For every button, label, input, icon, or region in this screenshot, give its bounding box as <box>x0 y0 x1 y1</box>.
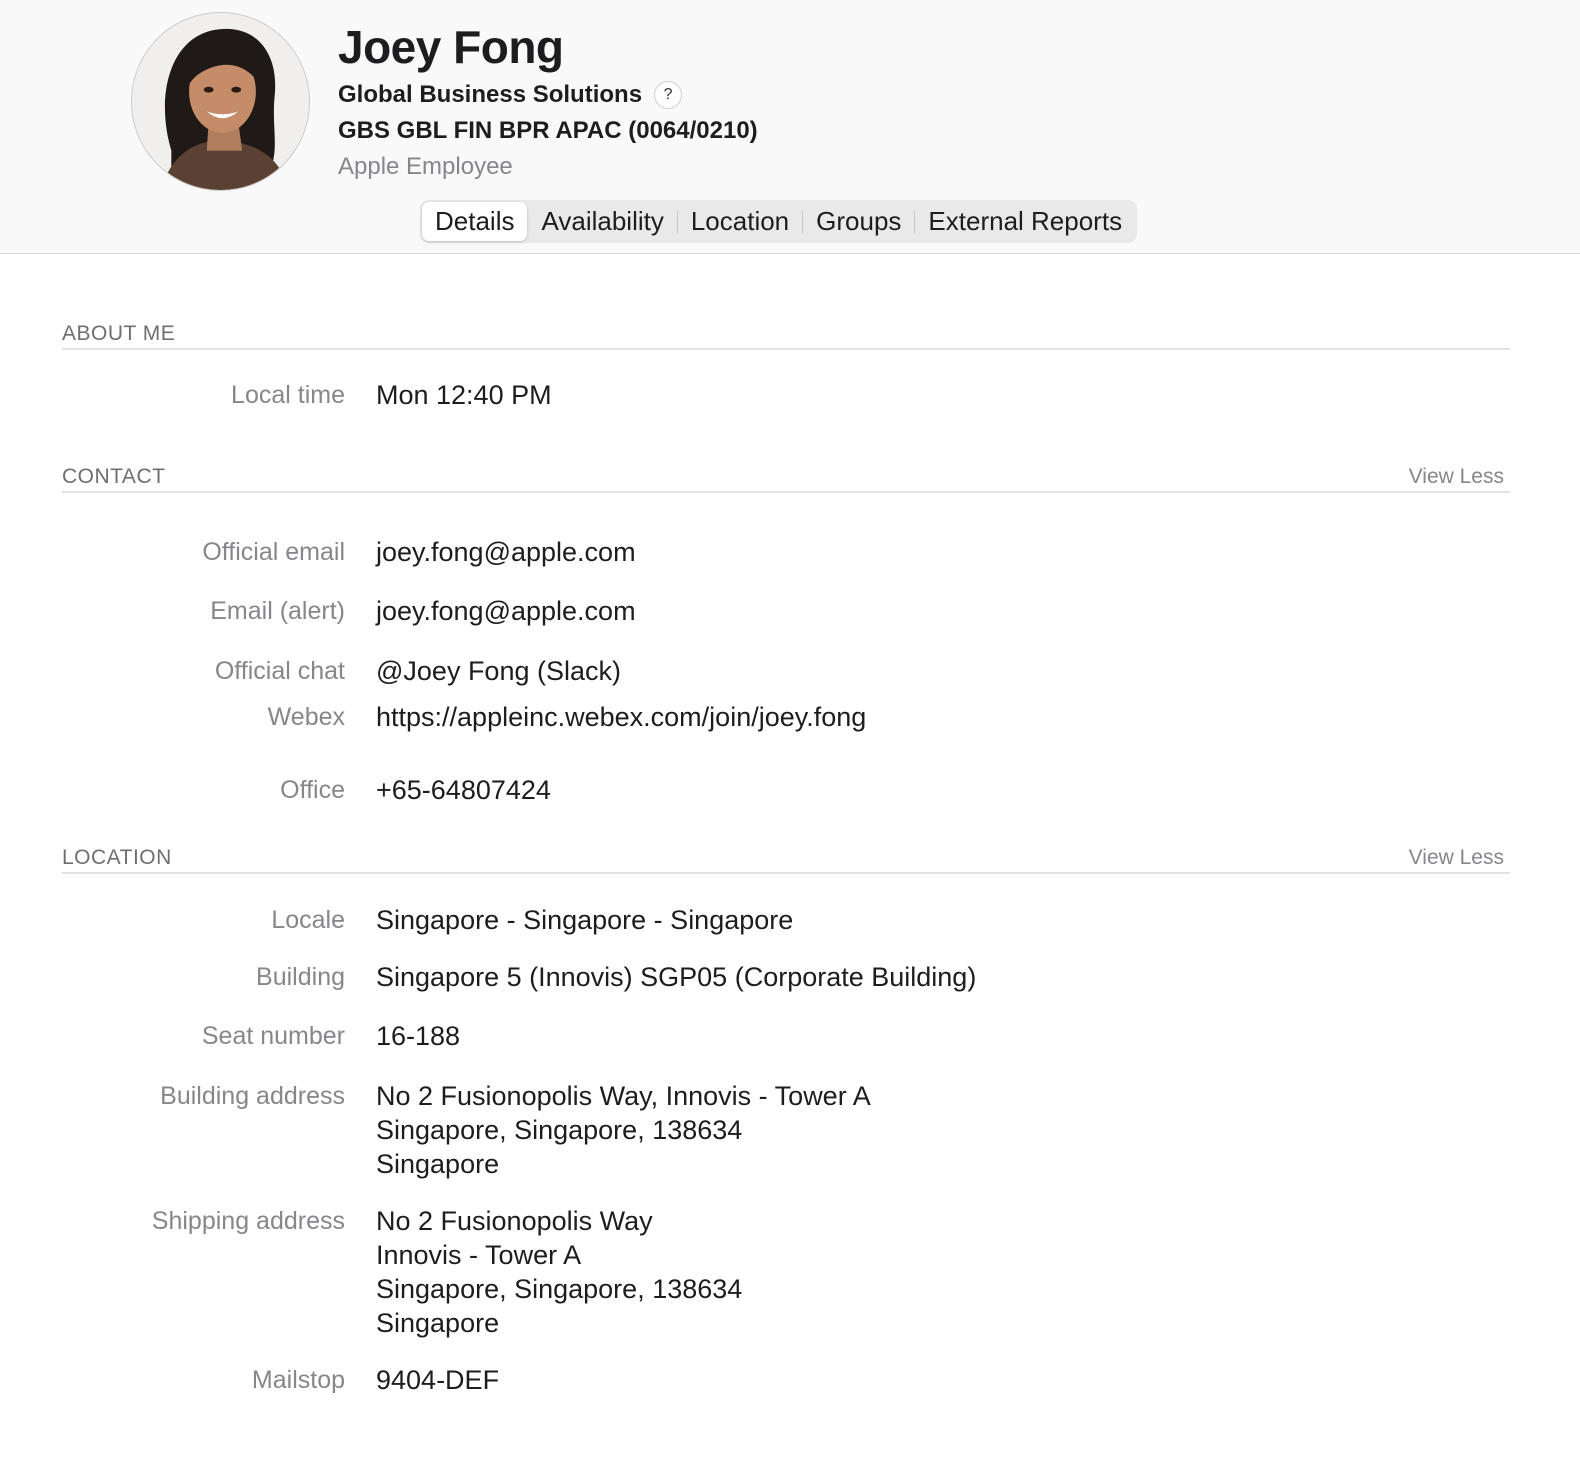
alert-email-value[interactable]: joey.fong@apple.com <box>376 594 636 628</box>
official-chat-value[interactable]: @Joey Fong (Slack) <box>376 654 621 688</box>
webex-label: Webex <box>267 703 345 731</box>
official-chat-label: Official chat <box>214 657 345 685</box>
local-time-value: Mon 12:40 PM <box>376 380 552 410</box>
address-line: Innovis - Tower A <box>376 1240 582 1270</box>
section-title-location: LOCATION <box>62 846 172 869</box>
address-line: No 2 Fusionopolis Way <box>376 1206 653 1236</box>
employee-type: Apple Employee <box>338 153 513 180</box>
official-email-value[interactable]: joey.fong@apple.com <box>376 535 636 569</box>
official-email-label: Official email <box>202 538 345 566</box>
section-title-contact: CONTACT <box>62 465 166 488</box>
location-section-header: LOCATION View Less <box>62 846 1510 874</box>
tab-location[interactable]: Location <box>678 202 802 241</box>
help-icon[interactable]: ? <box>654 81 683 109</box>
locale-value: Singapore - Singapore - Singapore <box>376 905 794 935</box>
address-line: Singapore, Singapore, 138634 <box>376 1115 743 1145</box>
address-line: No 2 Fusionopolis Way, Innovis - Tower A <box>376 1081 871 1111</box>
mailstop-label: Mailstop <box>251 1366 345 1394</box>
mailstop-value: 9404-DEF <box>376 1365 500 1395</box>
profile-header: Joey Fong Global Business Solutions ? GB… <box>0 0 1580 254</box>
organization: Global Business Solutions ? <box>338 81 683 109</box>
address-line: Singapore <box>376 1149 500 1179</box>
location-view-less-link[interactable]: View Less <box>1409 846 1504 870</box>
tab-availability[interactable]: Availability <box>528 202 676 241</box>
cost-center: GBS GBL FIN BPR APAC (0064/0210) <box>338 117 758 144</box>
office-phone-label: Office <box>280 776 345 804</box>
building-label: Building <box>256 963 345 991</box>
building-address-label: Building address <box>160 1082 345 1110</box>
building-value: Singapore 5 (Innovis) SGP05 (Corporate B… <box>376 962 977 992</box>
profile-name: Joey Fong <box>338 21 564 73</box>
alert-email-label: Email (alert) <box>210 597 345 625</box>
shipping-address-value: No 2 Fusionopolis Way Innovis - Tower A … <box>376 1204 742 1340</box>
contact-section-header: CONTACT View Less <box>62 465 1510 493</box>
avatar <box>131 12 310 191</box>
locale-label: Locale <box>271 906 345 934</box>
local-time-label: Local time <box>231 381 345 409</box>
profile-tabs: Details Availability Location Groups Ext… <box>420 200 1138 243</box>
address-line: Singapore, Singapore, 138634 <box>376 1274 743 1304</box>
building-address-value: No 2 Fusionopolis Way, Innovis - Tower A… <box>376 1079 871 1181</box>
office-phone-value[interactable]: +65-64807424 <box>376 773 551 807</box>
seat-number-label: Seat number <box>201 1022 345 1050</box>
section-title-about-me: ABOUT ME <box>62 322 176 345</box>
address-line: Singapore <box>376 1308 500 1338</box>
tab-external-reports[interactable]: External Reports <box>915 202 1135 241</box>
shipping-address-label: Shipping address <box>151 1207 345 1235</box>
webex-link[interactable]: https://appleinc.webex.com/join/joey.fon… <box>376 700 866 734</box>
tab-details[interactable]: Details <box>422 202 528 241</box>
avatar-photo <box>132 13 309 190</box>
seat-number-value: 16-188 <box>376 1021 461 1051</box>
tab-groups[interactable]: Groups <box>803 202 914 241</box>
organization-label: Global Business Solutions <box>338 81 643 108</box>
about-me-section-header: ABOUT ME <box>62 322 1510 350</box>
contact-view-less-link[interactable]: View Less <box>1409 465 1504 489</box>
